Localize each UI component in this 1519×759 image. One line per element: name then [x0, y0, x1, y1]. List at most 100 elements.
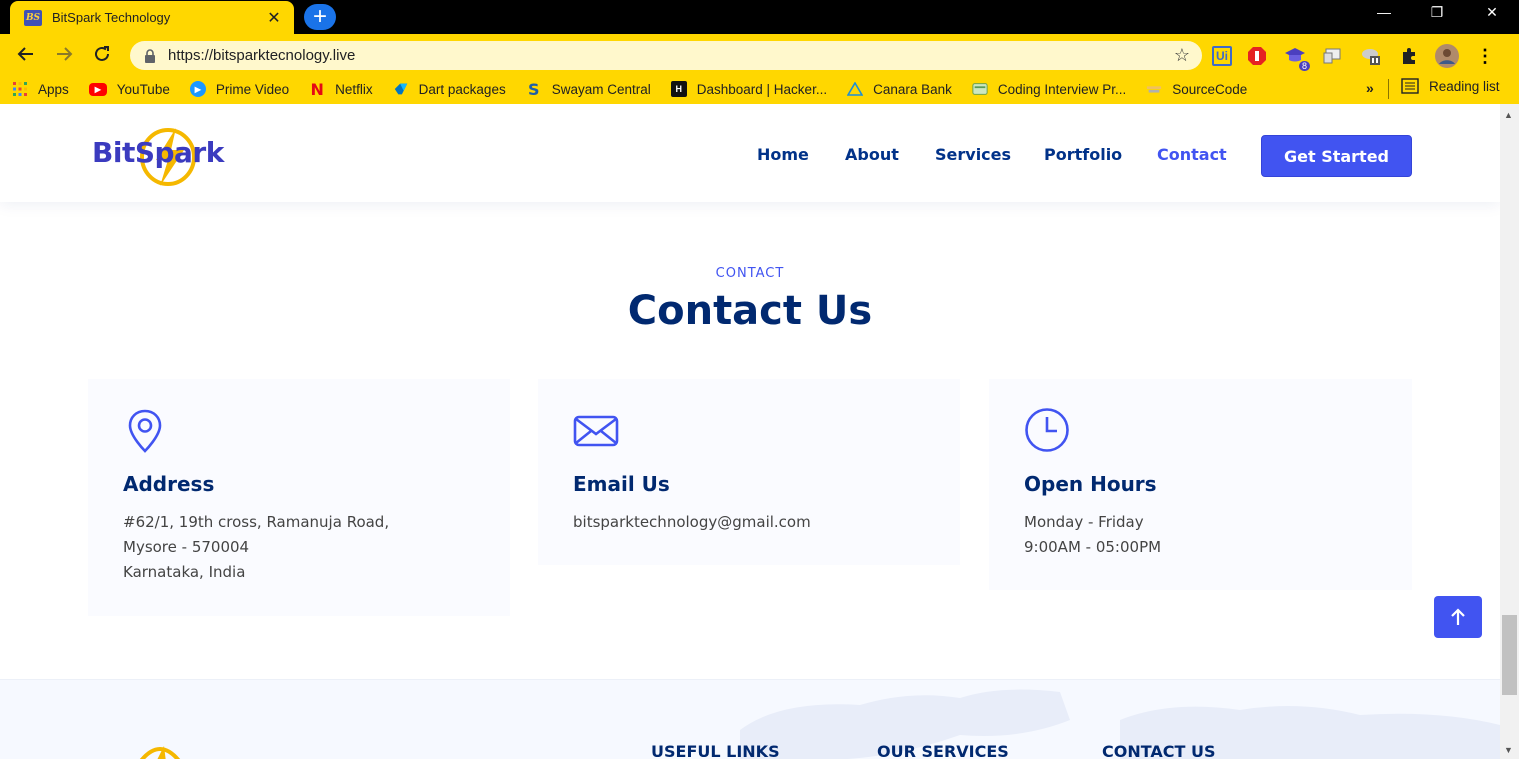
swayam-icon: S	[527, 79, 540, 99]
close-tab-icon[interactable]: ✕	[264, 8, 284, 28]
bookmark-apps[interactable]: Apps	[12, 81, 69, 97]
footer-logo-icon	[139, 746, 181, 759]
site-favicon-icon: BS	[24, 9, 42, 26]
puzzle-extensions-icon[interactable]	[1396, 43, 1422, 69]
bookmark-label: Dashboard | Hacker...	[696, 81, 828, 97]
prime-video-icon: ▶	[189, 81, 206, 97]
tab-strip: BS BitSpark Technology ✕ + — ❐ ✕	[0, 0, 1519, 34]
back-arrow-icon[interactable]	[7, 38, 45, 70]
card-text: Karnataka, India	[123, 563, 246, 581]
cast-extension-icon[interactable]	[1320, 43, 1346, 69]
nav-home[interactable]: Home	[757, 145, 809, 164]
card-title: Email Us	[573, 472, 670, 496]
bookmark-coding-interview[interactable]: Coding Interview Pr...	[972, 81, 1126, 97]
minimize-icon[interactable]: —	[1364, 4, 1404, 20]
youtube-icon: ▶	[88, 82, 107, 96]
bookmarks-divider	[1388, 79, 1389, 99]
card-title: Open Hours	[1024, 472, 1157, 496]
reading-list-label: Reading list	[1429, 78, 1500, 94]
more-bookmarks-button[interactable]: »	[1366, 80, 1374, 96]
address-card: Address #62/1, 19th cross, Ramanuja Road…	[88, 379, 510, 616]
bookmark-swayam-central[interactable]: S Swayam Central	[526, 79, 651, 99]
adblock-extension-icon[interactable]	[1244, 43, 1270, 69]
footer-heading-useful-links: USEFUL LINKS	[651, 742, 780, 759]
page-viewport: BitSpark Home About Services Portfolio C…	[0, 104, 1500, 759]
page-scrollbar[interactable]: ▲ ▼	[1500, 104, 1519, 759]
bookmark-star-icon[interactable]: ☆	[1174, 45, 1190, 66]
forward-arrow-icon[interactable]	[45, 38, 83, 70]
site-footer: USEFUL LINKS OUR SERVICES CONTACT US	[0, 679, 1500, 759]
close-window-icon[interactable]: ✕	[1472, 4, 1512, 21]
dart-icon	[393, 81, 409, 97]
sourcecode-icon	[1146, 81, 1162, 97]
card-text: Mysore - 570004	[123, 538, 250, 556]
nav-about[interactable]: About	[845, 145, 899, 164]
cloud-extension-icon[interactable]	[1358, 43, 1384, 69]
bookmark-netflix[interactable]: N Netflix	[309, 79, 373, 99]
bookmark-label: Prime Video	[215, 81, 290, 97]
bookmark-sourcecode[interactable]: SourceCode	[1146, 81, 1247, 97]
site-header: BitSpark Home About Services Portfolio C…	[0, 104, 1500, 202]
envelope-icon	[573, 415, 619, 447]
card-text: #62/1, 19th cross, Ramanuja Road,	[123, 513, 390, 531]
bookmark-label: Netflix	[335, 81, 373, 97]
extension-badge: 8	[1298, 61, 1310, 71]
site-logo[interactable]: BitSpark	[90, 124, 240, 190]
coding-interview-icon	[972, 81, 988, 97]
bookmark-youtube[interactable]: ▶ YouTube	[88, 81, 170, 97]
card-text: Monday - Friday	[1024, 513, 1144, 531]
apps-grid-icon	[12, 81, 28, 97]
bookmarks-bar: Apps ▶ YouTube ▶ Prime Video N Netflix D…	[0, 74, 1519, 104]
logo-text: BitSpark	[92, 136, 224, 169]
bookmark-label: Swayam Central	[551, 81, 651, 97]
bookmark-prime-video[interactable]: ▶ Prime Video	[189, 81, 290, 97]
open-hours-card: Open Hours Monday - Friday 9:00AM - 05:0…	[989, 379, 1412, 590]
new-tab-button[interactable]: +	[304, 4, 336, 30]
reload-icon[interactable]	[83, 38, 121, 70]
scroll-up-arrow-icon[interactable]: ▲	[1504, 110, 1513, 120]
location-pin-icon	[128, 409, 162, 453]
graduation-cap-extension-icon[interactable]: 8	[1282, 43, 1310, 71]
nav-portfolio[interactable]: Portfolio	[1044, 145, 1122, 164]
section-subtitle: CONTACT	[715, 266, 785, 281]
email-card: Email Us bitsparktechnology@gmail.com	[538, 379, 960, 565]
bookmark-hackerearth[interactable]: H Dashboard | Hacker...	[670, 81, 828, 97]
bookmark-label: YouTube	[116, 81, 170, 97]
bookmark-dart-packages[interactable]: Dart packages	[393, 81, 506, 97]
profile-avatar-icon[interactable]	[1434, 43, 1460, 69]
restore-icon[interactable]: ❐	[1417, 4, 1457, 21]
uipath-extension-icon[interactable]: Ui	[1212, 46, 1232, 66]
scroll-down-arrow-icon[interactable]: ▼	[1504, 745, 1513, 755]
nav-services[interactable]: Services	[935, 145, 1011, 164]
hackerearth-icon: H	[670, 81, 687, 97]
reading-list-button[interactable]: Reading list	[1401, 78, 1500, 94]
canara-bank-icon	[847, 81, 864, 97]
scroll-thumb[interactable]	[1502, 615, 1517, 695]
bookmark-label: Apps	[38, 81, 69, 97]
url-text: https://bitsparktecnology.live	[168, 47, 356, 64]
netflix-icon: N	[310, 79, 324, 99]
bookmark-label: Coding Interview Pr...	[997, 81, 1127, 97]
bookmark-label: Canara Bank	[873, 81, 952, 97]
tab-title: BitSpark Technology	[52, 10, 171, 25]
bookmark-label: Dart packages	[418, 81, 506, 97]
section-title: Contact Us	[627, 288, 873, 334]
reading-list-icon	[1401, 78, 1419, 94]
clock-icon	[1025, 408, 1069, 452]
menu-kebab-icon[interactable]: ⋮	[1472, 43, 1498, 69]
back-to-top-button[interactable]	[1434, 596, 1482, 638]
lock-icon	[145, 48, 155, 63]
footer-heading-our-services: OUR SERVICES	[877, 742, 1009, 759]
extensions-area: Ui 8 ⋮	[1212, 40, 1510, 72]
nav-contact[interactable]: Contact	[1157, 145, 1227, 164]
browser-tab[interactable]: BS BitSpark Technology ✕	[10, 1, 294, 34]
email-address[interactable]: bitsparktechnology@gmail.com	[573, 513, 811, 531]
arrow-up-icon	[1451, 608, 1465, 625]
bookmark-label: SourceCode	[1172, 81, 1248, 97]
card-title: Address	[123, 472, 215, 496]
card-text: 9:00AM - 05:00PM	[1024, 538, 1162, 556]
footer-heading-contact-us: CONTACT US	[1102, 742, 1216, 759]
address-bar[interactable]: https://bitsparktecnology.live ☆	[130, 41, 1202, 70]
bookmark-canara-bank[interactable]: Canara Bank	[847, 81, 952, 97]
get-started-button[interactable]: Get Started	[1261, 135, 1412, 177]
